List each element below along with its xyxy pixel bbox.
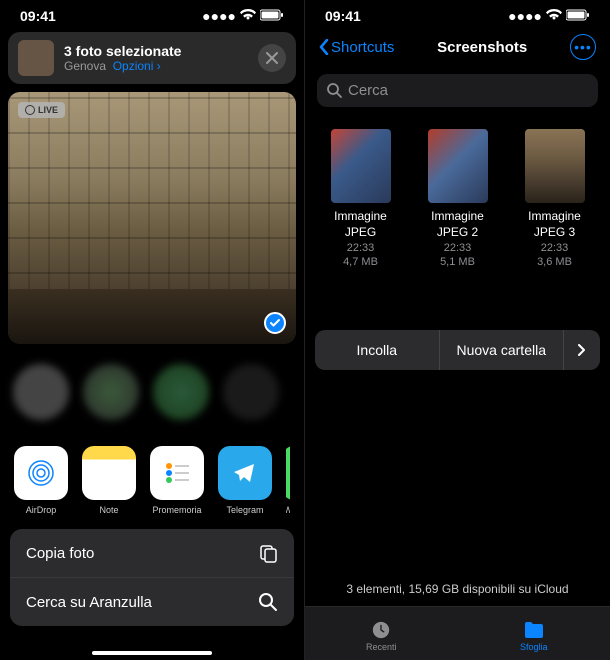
status-time: 09:41 [20, 8, 56, 24]
search-placeholder: Cerca [348, 82, 388, 99]
share-subtitle: Genova Opzioni › [64, 59, 181, 73]
wifi-icon [546, 8, 562, 24]
file-item[interactable]: ImmagineJPEG 3 22:33 3,6 MB [515, 129, 594, 268]
share-sheet-screen: 09:41 ●●●● 3 foto selezionate Genova Opz… [0, 0, 305, 660]
photo-preview[interactable]: LIVE [8, 92, 296, 344]
tab-browse[interactable]: Sfoglia [458, 607, 610, 660]
share-options-link[interactable]: Opzioni › [113, 59, 161, 73]
file-name: ImmagineJPEG 3 [528, 209, 581, 240]
context-menu: Incolla Nuova cartella [315, 330, 600, 370]
folder-icon [523, 620, 545, 640]
share-thumbnail[interactable] [18, 40, 54, 76]
copy-icon [258, 543, 278, 563]
chevron-left-icon [319, 39, 329, 55]
selected-check-icon[interactable] [264, 312, 286, 334]
action-search-aranzulla[interactable]: Cerca su Aranzulla [10, 578, 294, 626]
chevron-right-icon [578, 344, 586, 356]
contact-suggestion[interactable] [152, 364, 210, 430]
status-icons: ●●●● [508, 8, 590, 24]
nav-title: Screenshots [437, 39, 527, 56]
search-input[interactable]: Cerca [317, 74, 598, 107]
signal-icon: ●●●● [202, 8, 236, 24]
action-label: Copia foto [26, 545, 94, 562]
ellipsis-icon: ••• [574, 39, 592, 55]
file-thumbnail [525, 129, 585, 203]
actions-list: Copia foto Cerca su Aranzulla [10, 529, 294, 626]
file-item[interactable]: ImmagineJPEG 2 22:33 5,1 MB [418, 129, 497, 268]
status-bar: 09:41 ●●●● [0, 0, 304, 28]
app-notes[interactable]: Note [82, 446, 136, 515]
apps-row: AirDrop Note Promemoria Telegram W [0, 438, 304, 525]
more-button[interactable]: ••• [570, 34, 596, 60]
live-badge: LIVE [18, 102, 65, 118]
wifi-icon [240, 8, 256, 24]
contact-suggestion[interactable] [12, 364, 70, 430]
telegram-icon [218, 446, 272, 500]
app-more[interactable]: W [286, 446, 290, 515]
search-icon [258, 592, 278, 612]
file-thumbnail [428, 129, 488, 203]
file-thumbnail [331, 129, 391, 203]
tab-bar: Recenti Sfoglia [305, 606, 610, 660]
app-label: W [286, 505, 290, 515]
contacts-row [0, 352, 304, 438]
file-size: 3,6 MB [537, 256, 572, 268]
app-label: Promemoria [152, 505, 201, 515]
status-icons: ●●●● [202, 8, 284, 24]
app-airdrop[interactable]: AirDrop [14, 446, 68, 515]
app-telegram[interactable]: Telegram [218, 446, 272, 515]
share-location: Genova [64, 59, 106, 73]
clock-icon [370, 620, 392, 640]
file-item[interactable]: ImmagineJPEG 22:33 4,7 MB [321, 129, 400, 268]
app-label: AirDrop [26, 505, 57, 515]
file-time: 22:33 [444, 242, 472, 254]
files-grid: ImmagineJPEG 22:33 4,7 MB ImmagineJPEG 2… [305, 115, 610, 282]
share-header: 3 foto selezionate Genova Opzioni › [8, 32, 296, 84]
contact-suggestion[interactable] [82, 364, 140, 430]
app-label: Telegram [226, 505, 263, 515]
nav-bar: Shortcuts Screenshots ••• [305, 28, 610, 66]
context-paste[interactable]: Incolla [315, 330, 440, 370]
action-label: Cerca su Aranzulla [26, 594, 152, 611]
tab-label: Recenti [366, 642, 397, 652]
app-reminders[interactable]: Promemoria [150, 446, 204, 515]
status-bar: 09:41 ●●●● [305, 0, 610, 28]
airdrop-icon [14, 446, 68, 500]
back-button[interactable]: Shortcuts [319, 39, 394, 56]
battery-icon [566, 8, 590, 24]
reminders-icon [150, 446, 204, 500]
app-icon-partial [286, 446, 290, 500]
file-time: 22:33 [347, 242, 375, 254]
tab-label: Sfoglia [520, 642, 548, 652]
home-indicator[interactable] [92, 651, 212, 655]
storage-footer: 3 elementi, 15,69 GB disponibili su iClo… [305, 572, 610, 606]
signal-icon: ●●●● [508, 8, 542, 24]
file-size: 5,1 MB [440, 256, 475, 268]
context-new-folder[interactable]: Nuova cartella [440, 330, 565, 370]
contact-suggestion[interactable] [222, 364, 280, 430]
file-name: ImmagineJPEG 2 [431, 209, 484, 240]
battery-icon [260, 8, 284, 24]
action-copy-photo[interactable]: Copia foto [10, 529, 294, 578]
tab-recents[interactable]: Recenti [305, 607, 458, 660]
search-icon [327, 83, 342, 98]
close-button[interactable] [258, 44, 286, 72]
file-time: 22:33 [541, 242, 569, 254]
back-label: Shortcuts [331, 39, 394, 56]
file-size: 4,7 MB [343, 256, 378, 268]
app-label: Note [99, 505, 118, 515]
context-more[interactable] [564, 330, 600, 370]
status-time: 09:41 [325, 8, 361, 24]
share-title: 3 foto selezionate [64, 43, 181, 59]
notes-icon [82, 446, 136, 500]
files-app-screen: 09:41 ●●●● Shortcuts Screenshots ••• Cer… [305, 0, 610, 660]
file-name: ImmagineJPEG [334, 209, 387, 240]
